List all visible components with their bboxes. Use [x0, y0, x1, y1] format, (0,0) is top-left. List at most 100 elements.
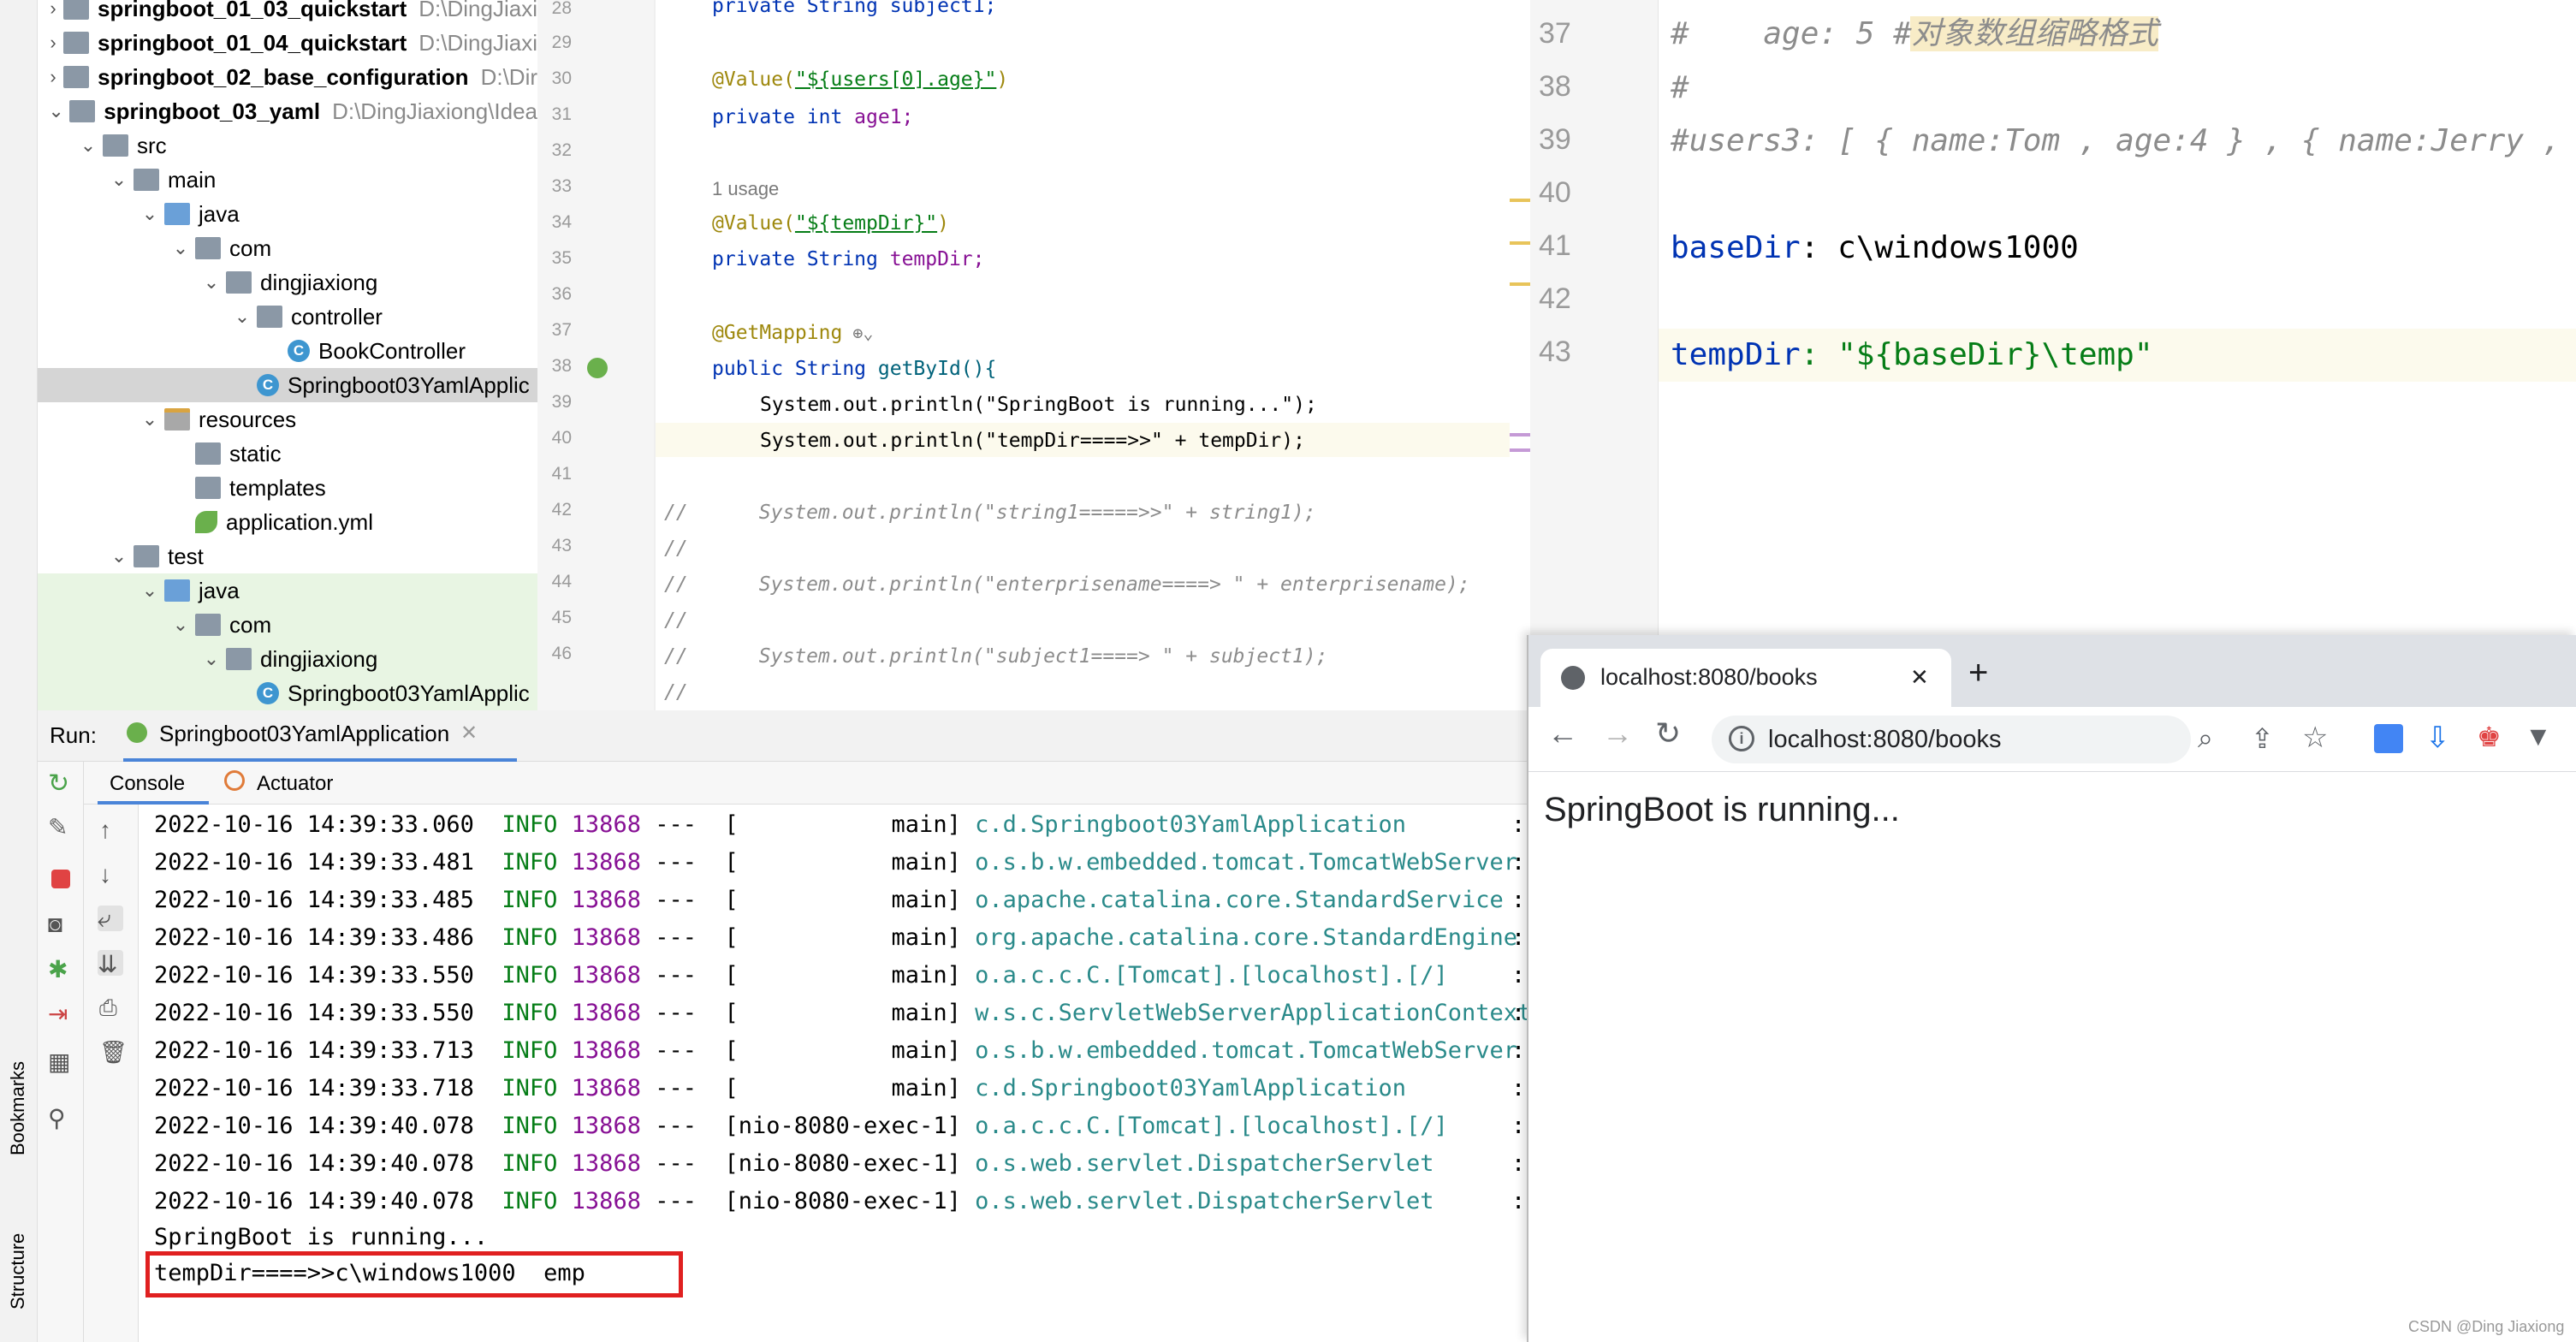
chevron-icon[interactable]: ⌄ [140, 579, 159, 602]
reload-icon[interactable]: ↻ [1655, 716, 1681, 751]
tree-item-label: Springboot03YamlApplic [288, 680, 530, 706]
print-icon[interactable]: ⎙ [99, 995, 125, 1020]
usage-hint[interactable]: 1 usage [712, 176, 779, 202]
tree-item[interactable]: C Springboot03YamlApplic [38, 676, 537, 710]
chevron-icon[interactable]: ⌄ [79, 134, 98, 157]
tree-item[interactable]: › springboot_01_04_quickstart D:\DingJiaxi [38, 26, 537, 60]
tree-item[interactable]: ⌄ test [38, 539, 537, 573]
log-timestamp: 2022-10-16 14:39:33.550 [154, 1000, 502, 1026]
line-number: 37 [551, 320, 572, 340]
tree-item[interactable]: › springboot_02_base_configuration D:\Dir [38, 60, 537, 94]
java-class-icon: C [288, 340, 310, 362]
stop-icon[interactable] [51, 870, 70, 888]
chevron-icon[interactable]: ⌄ [140, 203, 159, 225]
tree-item[interactable]: ⌄ main [38, 163, 537, 197]
line-number: 45 [551, 608, 572, 627]
bookmark-star-icon[interactable]: ☆ [2302, 721, 2328, 755]
line-number: 41 [551, 464, 572, 484]
chevron-icon[interactable]: ⌄ [202, 648, 221, 670]
yaml-value: : c\windows1000 [1800, 230, 2079, 265]
run-gutter-icon[interactable] [587, 358, 608, 378]
chevron-icon[interactable]: › [48, 0, 58, 20]
tree-item-label: templates [229, 474, 326, 501]
tree-item[interactable]: ⌄ dingjiaxiong [38, 642, 537, 676]
browser-tab[interactable]: localhost:8080/books ✕ [1540, 649, 1951, 707]
log-thread: --- [ main] [640, 811, 976, 838]
exit-icon[interactable]: ⇥ [48, 1000, 74, 1027]
new-tab-button[interactable]: + [1968, 654, 1988, 692]
log-class: o.a.c.c.C.[Tomcat].[localhost].[/] [975, 1113, 1448, 1139]
structure-tab[interactable]: Structure [3, 1198, 29, 1309]
back-icon[interactable]: ← [1547, 716, 1578, 751]
bookmarks-tab[interactable]: Bookmarks [3, 1036, 29, 1155]
camera-icon[interactable]: ◙ [48, 911, 74, 937]
tree-item[interactable]: templates [38, 471, 537, 505]
tree-item-label: com [229, 611, 272, 638]
rerun-icon[interactable]: ↻ [48, 769, 74, 798]
chevron-icon[interactable]: ⌄ [110, 169, 128, 191]
tree-item[interactable]: ⌄ springboot_03_yaml D:\DingJiaxiong\Idea [38, 94, 537, 128]
pin-icon[interactable]: ⚲ [48, 1104, 74, 1131]
tree-item[interactable]: › springboot_01_03_quickstart D:\DingJiaxi [38, 0, 537, 26]
chevron-icon[interactable]: ⌄ [202, 271, 221, 294]
tree-item[interactable]: ⌄ src [38, 128, 537, 163]
wrench-icon[interactable]: ✎ [48, 813, 74, 840]
run-subtabs: Console Actuator [38, 762, 1530, 805]
chevron-icon[interactable]: ⌄ [48, 100, 64, 122]
tree-item[interactable]: ⌄ com [38, 608, 537, 642]
yaml-key: tempDir [1671, 337, 1801, 372]
tree-item[interactable]: ⌄ controller [38, 300, 537, 334]
folder-icon [134, 169, 159, 191]
tree-item[interactable]: static [38, 436, 537, 471]
tree-item[interactable]: C Springboot03YamlApplic [38, 368, 537, 402]
structure-label: Structure [7, 1232, 28, 1309]
download-icon[interactable]: ⇩ [2425, 721, 2450, 755]
scroll-end-icon[interactable]: ⇊ [98, 950, 123, 977]
tab-actuator[interactable]: Actuator [257, 772, 333, 796]
tree-item[interactable]: application.yml [38, 505, 537, 539]
log-timestamp: 2022-10-16 14:39:33.713 [154, 1037, 502, 1064]
close-tab-icon[interactable]: ✕ [1910, 664, 1929, 691]
address-bar[interactable]: i localhost:8080/books ⌕ ⇪ ☆ [1712, 716, 2328, 763]
java-editor[interactable] [537, 0, 1530, 710]
trash-icon[interactable]: 🗑 [99, 1039, 128, 1065]
globe-icon[interactable]: ⊕⌄ [842, 323, 873, 343]
tree-item[interactable]: ⌄ resources [38, 402, 537, 436]
close-icon[interactable]: ✕ [460, 721, 478, 745]
translate-icon[interactable] [2374, 724, 2403, 753]
chevron-icon[interactable]: ⌄ [171, 237, 190, 259]
line-number: 43 [551, 536, 572, 555]
extension-icon[interactable]: ♚ [2477, 721, 2502, 753]
layout-icon[interactable]: ▦ [48, 1048, 74, 1075]
tree-item[interactable]: ⌄ dingjiaxiong [38, 265, 537, 300]
tree-item-label: test [168, 543, 204, 569]
soft-wrap-icon[interactable]: ⤶ [98, 906, 123, 932]
tab-console[interactable]: Console [110, 772, 185, 796]
chevron-icon[interactable]: › [48, 66, 58, 88]
chevron-icon[interactable]: ⌄ [233, 306, 252, 328]
forward-icon[interactable]: → [1602, 716, 1633, 751]
tree-item-label: springboot_01_04_quickstart [98, 29, 407, 56]
tree-item[interactable]: ⌄ com [38, 231, 537, 265]
tree-item[interactable]: C BookController [38, 334, 537, 368]
up-icon[interactable]: ↑ [99, 816, 125, 843]
tree-item[interactable]: ⌄ java [38, 573, 537, 608]
code-line-41: // System.out.println("string1=====>>" +… [664, 502, 1316, 524]
code-line-46: // [664, 681, 688, 704]
line-number: 44 [551, 572, 572, 591]
run-config-tab[interactable]: Springboot03YamlApplication [159, 721, 449, 747]
info-icon[interactable]: i [1729, 726, 1754, 751]
more-extensions-icon[interactable]: ▼ [2525, 721, 2552, 752]
debug-icon[interactable]: ✱ [48, 955, 74, 983]
zoom-icon[interactable]: ⌕ [2198, 722, 2213, 755]
chevron-icon[interactable]: › [48, 32, 58, 54]
java-class-icon: C [257, 374, 279, 396]
chevron-icon[interactable]: ⌄ [140, 408, 159, 431]
tree-item[interactable]: ⌄ java [38, 197, 537, 231]
line-number: 35 [551, 248, 572, 268]
share-icon[interactable]: ⇪ [2251, 722, 2274, 755]
folder-icon [195, 614, 221, 636]
chevron-icon[interactable]: ⌄ [110, 545, 128, 567]
chevron-icon[interactable]: ⌄ [171, 614, 190, 636]
down-icon[interactable]: ↓ [99, 861, 125, 888]
